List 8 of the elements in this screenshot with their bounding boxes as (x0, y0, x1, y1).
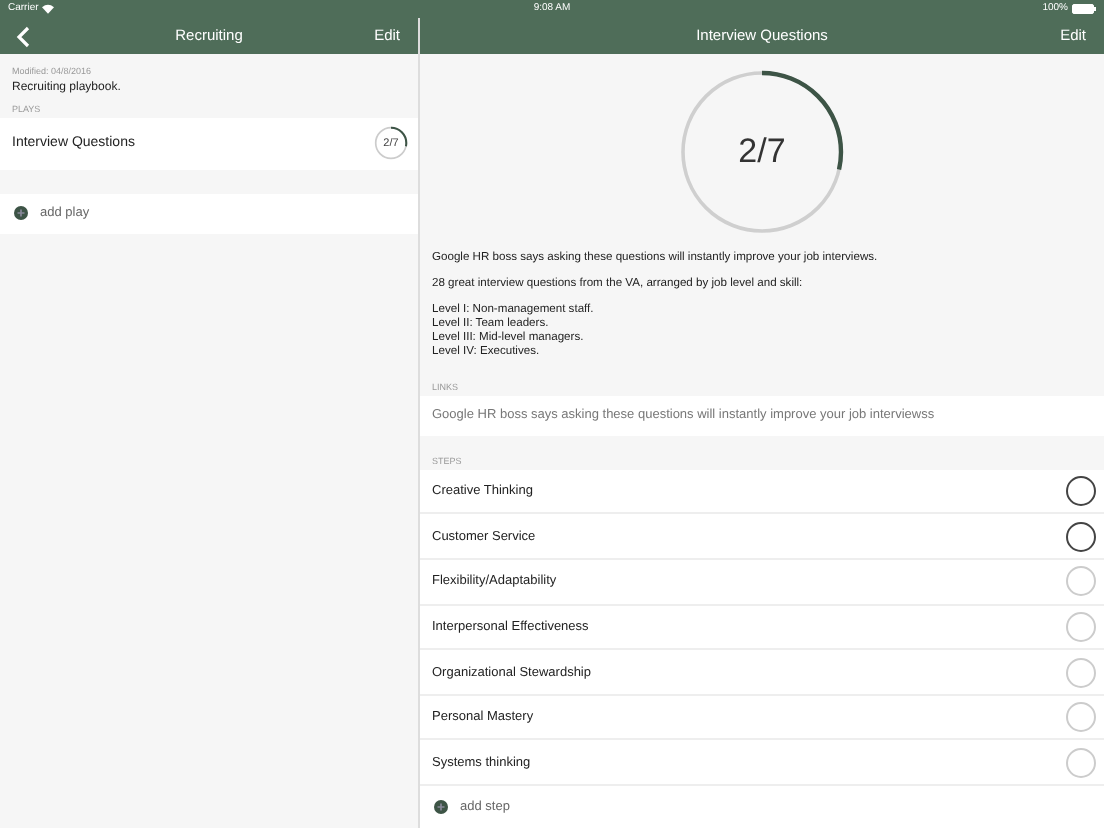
step-status-ring[interactable] (1066, 521, 1096, 552)
back-icon[interactable] (16, 25, 30, 48)
battery-icon (1071, 3, 1096, 14)
plus-icon (434, 800, 448, 814)
step-status-ring[interactable] (1066, 476, 1096, 507)
progress-ring: 2/7 (680, 69, 844, 234)
wifi-icon (42, 3, 55, 14)
plus-icon (14, 206, 28, 221)
